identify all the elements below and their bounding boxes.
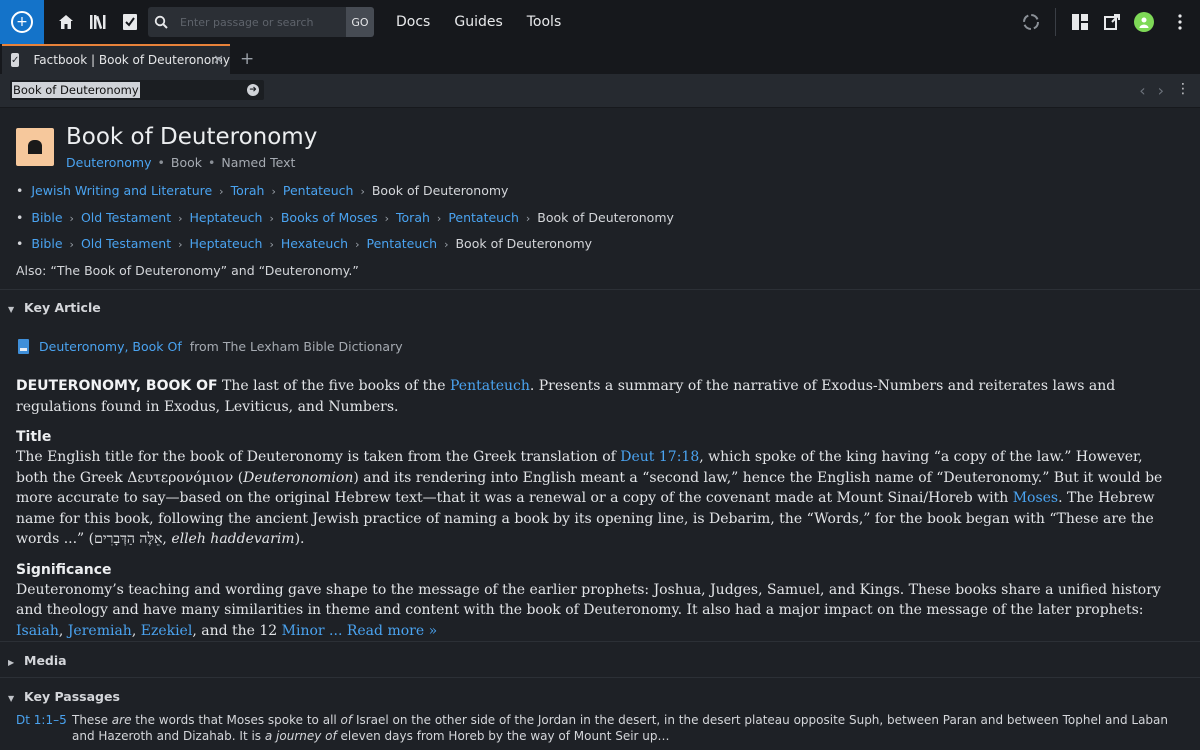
crumb-link[interactable]: Bible: [31, 236, 62, 251]
panel-menu-icon[interactable]: ⋮: [1176, 81, 1190, 100]
crumb-link[interactable]: Old Testament: [81, 236, 171, 251]
book-topic-icon: [16, 128, 54, 166]
search-icon[interactable]: [148, 7, 174, 37]
tab-bar: ✓ Factbook | Book of Deuteronomy ✕ +: [0, 44, 1200, 74]
section-divider: [0, 677, 1200, 678]
history-nav: ‹ › ⋮: [1139, 81, 1190, 100]
crumb-link[interactable]: Books of Moses: [281, 210, 378, 225]
article-body: DEUTERONOMY, BOOK OF The last of the fiv…: [16, 376, 1176, 641]
more-menu-icon[interactable]: [1160, 0, 1200, 44]
expand-triangle-icon: ▶: [8, 658, 15, 667]
article-intro: DEUTERONOMY, BOOK OF The last of the fiv…: [16, 378, 1116, 415]
toolbar-right: [1015, 0, 1200, 44]
topic-subline: Deuteronomy • Book • Named Text: [66, 155, 296, 170]
crumb-link[interactable]: Heptateuch: [190, 210, 263, 225]
crumb-link[interactable]: Torah: [231, 183, 265, 198]
crumb-link[interactable]: Pentateuch: [283, 183, 354, 198]
documents-checklist-icon[interactable]: [114, 0, 146, 44]
article-source-text: from The Lexham Bible Dictionary: [189, 339, 403, 354]
collapse-triangle-icon: ▼: [8, 305, 15, 314]
crumb-current: Book of Deuteronomy: [371, 183, 509, 198]
crumb-link[interactable]: Pentateuch: [367, 236, 438, 251]
add-tab-icon[interactable]: +: [240, 49, 254, 69]
key-passages-header[interactable]: ▼ Key Passages: [8, 689, 120, 704]
title-paragraph: The English title for the book of Deuter…: [16, 449, 1163, 547]
factbook-address-bar: Book of Deuteronomy ➜ ‹ › ⋮: [0, 74, 1200, 108]
resource-book-icon: [18, 339, 29, 354]
minor-prophets-link[interactable]: Minor: [282, 623, 325, 639]
media-header[interactable]: ▶ Media: [8, 653, 67, 668]
passage-reference-link[interactable]: Dt 1:1–5: [16, 712, 67, 728]
title-heading: Title: [16, 429, 52, 445]
open-external-icon[interactable]: [1096, 0, 1128, 44]
logos-logo-button[interactable]: +: [0, 0, 44, 44]
tab-title: Factbook | Book of Deuteronomy: [33, 53, 230, 67]
subline-link[interactable]: Deuteronomy: [66, 155, 152, 170]
significance-paragraph: Deuteronomy’s teaching and wording gave …: [16, 581, 1161, 639]
collapse-triangle-icon: ▼: [8, 694, 15, 703]
crumb-current: Book of Deuteronomy: [537, 210, 674, 225]
sync-icon[interactable]: [1015, 0, 1047, 44]
article-source: Deuteronomy, Book Of from The Lexham Bib…: [18, 339, 403, 354]
nav-tools[interactable]: Tools: [527, 14, 562, 30]
search-input[interactable]: [174, 7, 346, 37]
avatar-icon: [1134, 12, 1154, 32]
go-button[interactable]: GO: [346, 7, 374, 37]
go-arrow-icon[interactable]: ➜: [247, 84, 259, 96]
isaiah-link[interactable]: Isaiah: [16, 623, 59, 639]
search-box: GO: [148, 7, 374, 37]
breadcrumb-3: • Bible › Old Testament › Heptateuch › Hexateuc…: [16, 236, 593, 251]
jeremiah-link[interactable]: Jeremiah: [68, 623, 132, 639]
crumb-current: Book of Deuteronomy: [455, 236, 593, 251]
topic-input[interactable]: Book of Deuteronomy ➜: [10, 80, 264, 100]
top-toolbar: + GO Docs Guides Tools: [0, 0, 1200, 44]
nav-guides[interactable]: Guides: [454, 14, 502, 30]
section-divider: [0, 641, 1200, 642]
crumb-link[interactable]: Hexateuch: [281, 236, 348, 251]
topic-input-value: Book of Deuteronomy: [12, 82, 140, 98]
crumb-link[interactable]: Pentateuch: [448, 210, 519, 225]
forward-icon[interactable]: ›: [1158, 81, 1164, 100]
library-icon[interactable]: [82, 0, 114, 44]
back-icon[interactable]: ‹: [1139, 81, 1145, 100]
moses-link[interactable]: Moses: [1013, 490, 1058, 506]
factbook-content: Book of Deuteronomy Deuteronomy • Book • Nam…: [0, 108, 1200, 750]
factbook-icon: ✓: [11, 53, 20, 67]
crumb-link[interactable]: Jewish Writing and Literature: [31, 183, 212, 198]
key-passage-item: Dt 1:1–5 These are the words that Moses …: [16, 712, 1184, 744]
breadcrumb-2: • Bible › Old Testament › Heptateuch › Books of…: [16, 210, 674, 225]
section-divider: [0, 289, 1200, 290]
key-article-header[interactable]: ▼ Key Article: [8, 300, 101, 315]
article-link[interactable]: Deuteronomy, Book Of: [39, 339, 182, 354]
hebrew-text: אֵלֶּה הַדְּבָרִים: [94, 531, 163, 547]
toolbar-divider: [1055, 8, 1056, 36]
passage-text: These are the words that Moses spoke to …: [72, 713, 1168, 743]
ezekiel-link[interactable]: Ezekiel: [141, 623, 193, 639]
crumb-link[interactable]: Old Testament: [81, 210, 171, 225]
home-icon[interactable]: [50, 0, 82, 44]
subline-kind: Named Text: [221, 155, 296, 170]
close-tab-icon[interactable]: ✕: [213, 53, 224, 68]
deut-17-18-link[interactable]: Deut 17:18: [620, 449, 699, 465]
page-title: Book of Deuteronomy: [66, 124, 318, 150]
crumb-link[interactable]: Torah: [396, 210, 430, 225]
pentateuch-link[interactable]: Pentateuch: [450, 378, 530, 394]
crumb-link[interactable]: Heptateuch: [190, 236, 263, 251]
user-account-button[interactable]: [1128, 0, 1160, 44]
also-known-as: Also: “The Book of Deuteronomy” and “Deu…: [16, 263, 359, 278]
crumb-link[interactable]: Bible: [31, 210, 62, 225]
tab-factbook[interactable]: ✓ Factbook | Book of Deuteronomy ✕: [2, 44, 230, 74]
breadcrumb-1: • Jewish Writing and Literature › Torah › Pen…: [16, 183, 509, 198]
significance-heading: Significance: [16, 561, 112, 578]
layouts-icon[interactable]: [1064, 0, 1096, 44]
read-more-link[interactable]: ... Read more »: [325, 623, 437, 639]
nav-docs[interactable]: Docs: [396, 14, 430, 30]
subline-type: Book: [170, 155, 202, 170]
logo-icon: +: [11, 11, 33, 33]
